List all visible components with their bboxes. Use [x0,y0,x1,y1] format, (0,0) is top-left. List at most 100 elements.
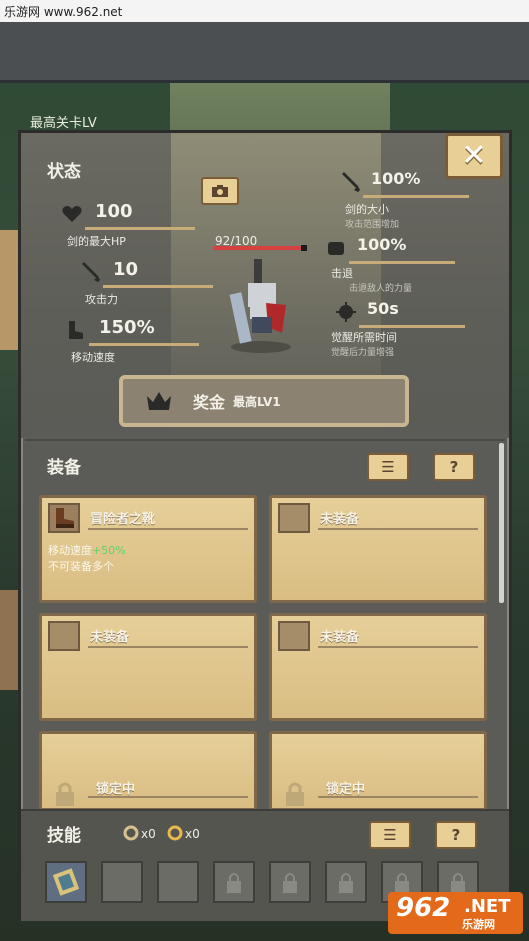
hero-sprite [229,259,291,353]
sword-size-icon [342,172,360,192]
crown-icon [147,392,171,410]
skill-scroll-count: x0 [185,827,200,841]
empty-slot-icon [278,621,310,651]
help-icon: ? [449,458,459,476]
close-button[interactable]: ✕ [445,133,503,179]
skills-title: 技能 [47,826,81,846]
sword-icon [82,262,100,282]
skills-list-button[interactable]: ☰ [369,821,411,849]
top-bar [0,22,529,83]
equip-slot-1-desc: 移动速度+50% [48,544,126,557]
list-icon: ☰ [381,458,395,476]
camera-icon [212,185,228,197]
equip-slot-4-name: 未装备 [320,630,360,645]
watermark-text: 乐游网 www.962.net [4,5,123,19]
awaken-icon [336,302,356,322]
skill-book-icon [52,868,80,896]
equip-slot-1-name: 冒险者之靴 [90,512,156,527]
knockback-label: 击退 [331,267,353,280]
list-icon: ☰ [383,826,397,844]
equip-slot-2-name: 未装备 [320,512,360,527]
logo-subtitle: 乐游网 [462,918,495,931]
empty-slot-icon [278,503,310,533]
background-panel-edge-lower [0,590,18,690]
awaken-time-sub: 觉醒后力量增强 [331,348,395,358]
move-speed-label: 移动速度 [71,351,115,364]
skill-token-count: x0 [141,827,156,841]
equip-slot-1[interactable]: 冒险者之靴 移动速度+50% 不可装备多个 [39,495,257,603]
equipment-scrollbar[interactable] [499,443,504,603]
background-stage-label: 最高关卡LV [30,116,97,131]
equip-slot-1-rule [88,528,248,530]
knockback-value: 100% [357,235,407,254]
skill-slot-2[interactable] [101,861,143,903]
skill-slot-1[interactable] [45,861,87,903]
skill-slot-4[interactable] [213,861,255,903]
stats-section: 状态 100 剑的最大HP 10 攻击力 150% 移动速度 92/100 10… [21,133,509,438]
equip-slot-5[interactable]: 锁定中 [39,731,257,811]
skill-slot-6[interactable] [325,861,367,903]
knockback-sub: 击退敌人的力量 [349,284,413,294]
hero-hp-bar-end [301,245,307,251]
site-logo: 962 .NET 乐游网 [388,892,523,934]
skill-slot-3[interactable] [157,861,199,903]
skill-token-icon [123,825,139,841]
max-hp-value: 100 [95,201,133,222]
move-speed-underline [89,343,199,346]
reward-level: 最高LV1 [233,394,281,409]
equip-slot-3[interactable]: 未装备 [39,613,257,721]
awaken-time-label: 觉醒所需时间 [331,331,397,344]
browser-strip: 乐游网 www.962.net [0,0,529,22]
reward-button[interactable]: 奖金 最高LV1 [119,375,409,427]
close-icon: ✕ [461,138,487,173]
sword-size-value: 100% [371,169,421,188]
heart-icon [62,206,82,222]
sword-size-label: 剑的大小 [345,203,389,216]
max-hp-label: 剑的最大HP [67,235,126,248]
reward-label: 奖金 [193,393,226,412]
boots-item-icon [48,503,80,533]
logo-domain: .NET [464,896,511,917]
lock-icon [339,873,353,893]
help-icon: ? [451,826,461,844]
equipment-title: 装备 [47,458,81,478]
section-divider [25,439,505,441]
equipment-help-button[interactable]: ? [433,453,475,481]
max-hp-underline [85,227,195,230]
lock-icon [56,782,74,806]
move-speed-value: 150% [99,317,155,338]
logo-number: 962 [396,893,451,923]
skill-slot-5[interactable] [269,861,311,903]
equip-slot-3-name: 未装备 [90,630,130,645]
lock-icon [286,782,304,806]
equipment-list-button[interactable]: ☰ [367,453,409,481]
equip-slot-4-rule [318,646,478,648]
lock-icon [227,873,241,893]
equip-slot-5-name: 锁定中 [96,782,136,797]
knockback-underline [349,261,455,264]
equip-slot-6[interactable]: 锁定中 [269,731,487,811]
equip-slot-6-rule [318,796,478,798]
lock-icon [283,873,297,893]
fist-icon [328,242,344,255]
equip-slot-4[interactable]: 未装备 [269,613,487,721]
background-panel-edge [0,230,18,350]
equip-slot-1-desc2: 不可装备多个 [48,560,114,573]
sword-size-sub: 攻击范围增加 [345,220,400,230]
equip-slot-3-rule [88,646,248,648]
attack-underline [103,285,213,288]
camera-button[interactable] [201,177,239,205]
skill-scroll-icon [167,825,183,841]
sword-size-underline [363,195,469,198]
awaken-time-underline [359,325,465,328]
stats-title: 状态 [47,162,81,182]
equip-slot-2[interactable]: 未装备 [269,495,487,603]
equip-slot-6-name: 锁定中 [326,782,366,797]
boot-icon [69,321,83,339]
equip-slot-2-rule [318,528,478,530]
skills-help-button[interactable]: ? [435,821,477,849]
attack-value: 10 [113,259,139,280]
hero-hp-bar [213,246,302,250]
awaken-time-value: 50s [367,299,399,318]
status-panel: 状态 100 剑的最大HP 10 攻击力 150% 移动速度 92/100 10… [18,130,512,921]
